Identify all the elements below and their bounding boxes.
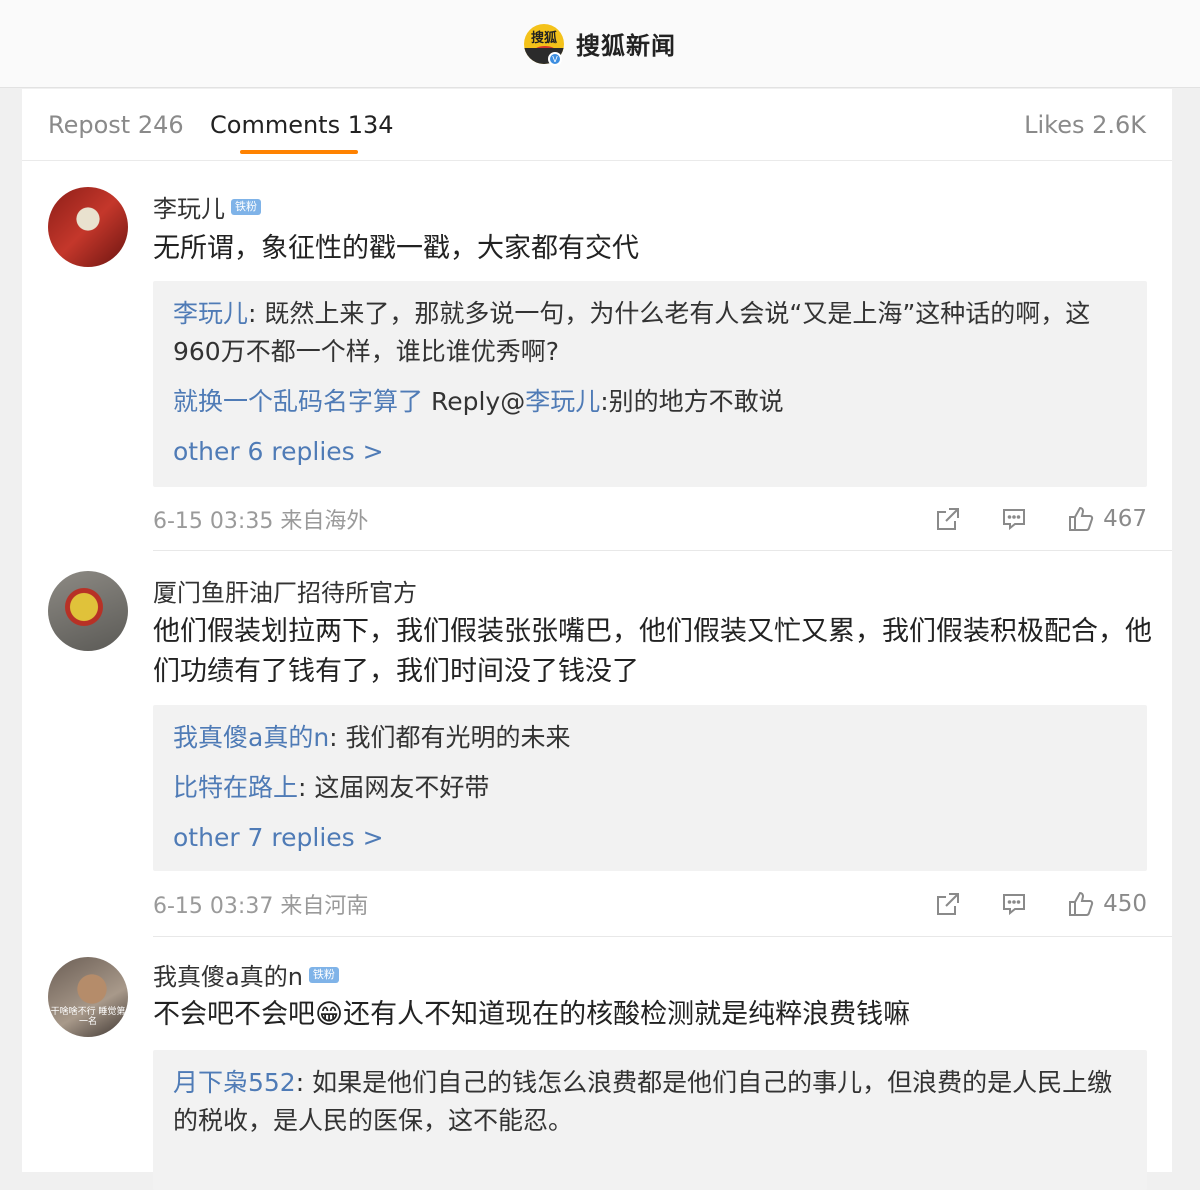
more-replies-link[interactable]: other 6 replies > (173, 433, 1127, 485)
verified-badge-icon: V (548, 52, 562, 66)
reply-separator: : (248, 299, 265, 328)
thumbs-up-icon (1069, 506, 1094, 531)
reply-username[interactable]: 我真傻a真的n (173, 723, 329, 752)
reply-text: 如果是他们自己的钱怎么浪费都是他们自己的事儿，但浪费的是人民上缴的税收，是人民的… (173, 1068, 1113, 1135)
tab-repost[interactable]: Repost 246 (48, 111, 184, 139)
reply-separator: : (329, 723, 346, 752)
comment-icon[interactable] (1001, 506, 1027, 532)
comment-text-part: 不会吧不会吧 (153, 999, 315, 1030)
comment-text: 他们假装划拉两下，我们假装张张嘴巴，他们假装又忙又累，我们假装积极配合，他们功绩… (153, 616, 1152, 687)
fan-badge: 铁粉 (231, 198, 261, 215)
reply-box[interactable]: 我真傻a真的n: 我们都有光明的未来 比特在路上: 这届网友不好带 other … (153, 705, 1147, 871)
reply-username[interactable]: 比特在路上 (173, 773, 298, 802)
grin-emoji-icon: 😁 (315, 999, 344, 1030)
reply-item[interactable]: 月下枭552: 如果是他们自己的钱怎么浪费都是他们自己的事儿，但浪费的是人民上缴… (173, 1064, 1127, 1140)
reply-item[interactable]: 比特在路上: 这届网友不好带 (173, 769, 1127, 807)
logo-text: 搜狐 (530, 30, 557, 46)
account-name: 搜狐新闻 (576, 32, 676, 60)
share-icon[interactable] (935, 506, 961, 532)
reply-text: 我们都有光明的未来 (345, 723, 571, 752)
thumbs-up-icon (1069, 891, 1094, 916)
comment-meta: 6-15 03:35 来自海外 467 (153, 502, 1147, 536)
reply-item[interactable]: 我真傻a真的n: 我们都有光明的未来 (173, 719, 1127, 757)
brand[interactable]: 搜狐 搜狐新闻 (524, 23, 676, 64)
reply-separator: : (600, 387, 609, 416)
comment-text-part: 还有人不知道现在的核酸检测就是纯粹浪费钱嘛 (343, 999, 911, 1030)
like-count: 467 (1103, 506, 1147, 532)
top-bar: 搜狐 搜狐新闻 V (0, 0, 1200, 88)
like-button[interactable]: 450 (1067, 890, 1147, 918)
reply-text: 别的地方不敢说 (608, 387, 784, 416)
reply-mention[interactable]: 李玩儿 (525, 387, 600, 416)
reply-text: 这届网友不好带 (314, 773, 490, 802)
reply-box[interactable]: 月下枭552: 如果是他们自己的钱怎么浪费都是他们自己的事儿，但浪费的是人民上缴… (153, 1050, 1147, 1190)
like-count: 450 (1103, 891, 1147, 917)
comment-username[interactable]: 我真傻a真的n (153, 957, 303, 992)
reply-username[interactable]: 就换一个乱码名字算了 (173, 387, 423, 416)
avatar-caption: 干啥啥不行 睡觉第一名 (50, 1007, 126, 1027)
like-button[interactable]: 467 (1067, 505, 1147, 533)
comments-card: Repost 246 Comments 134 Likes 2.6K 李玩儿 铁… (22, 89, 1172, 1190)
tab-bar: Repost 246 Comments 134 Likes 2.6K (22, 89, 1172, 161)
avatar[interactable] (48, 571, 128, 651)
reply-separator: : (295, 1068, 313, 1097)
comment-timestamp: 6-15 03:37 来自河南 (153, 894, 369, 919)
more-replies-link[interactable]: other 7 replies > (173, 819, 1127, 871)
reply-item[interactable]: 李玩儿: 既然上来了，那就多说一句，为什么老有人会说“又是上海”这种话的啊，这9… (173, 295, 1127, 371)
avatar[interactable] (48, 187, 128, 267)
reply-label: Reply@ (423, 387, 526, 416)
comment-text: 不会吧不会吧😁还有人不知道现在的核酸检测就是纯粹浪费钱嘛 (153, 995, 1153, 1035)
reply-username[interactable]: 月下枭552 (173, 1068, 296, 1097)
comment-timestamp: 6-15 03:35 来自海外 (153, 509, 369, 534)
comment-username[interactable]: 李玩儿 (153, 189, 225, 224)
divider (153, 936, 1172, 937)
tab-comments[interactable]: Comments 134 (210, 111, 394, 139)
tab-likes[interactable]: Likes 2.6K (1024, 111, 1146, 139)
active-tab-indicator (240, 150, 358, 154)
comment-username[interactable]: 厦门鱼肝油厂招待所官方 (153, 573, 417, 608)
reply-item[interactable]: 就换一个乱码名字算了 Reply@李玩儿:别的地方不敢说 (173, 383, 1127, 421)
avatar[interactable]: 干啥啥不行 睡觉第一名 (48, 957, 128, 1037)
comment-text: 无所谓，象征性的戳一戳，大家都有交代 (153, 233, 639, 264)
share-icon[interactable] (935, 891, 961, 917)
divider (153, 550, 1172, 551)
reply-username[interactable]: 李玩儿 (173, 299, 248, 328)
fan-badge: 铁粉 (308, 966, 339, 983)
reply-text: 既然上来了，那就多说一句，为什么老有人会说“又是上海”这种话的啊，这960万不都… (173, 299, 1091, 366)
reply-separator: : (298, 773, 315, 802)
reply-box[interactable]: 李玩儿: 既然上来了，那就多说一句，为什么老有人会说“又是上海”这种话的啊，这9… (153, 281, 1147, 487)
comment-meta: 6-15 03:37 来自河南 450 (153, 887, 1147, 921)
comment-icon[interactable] (1001, 891, 1027, 917)
